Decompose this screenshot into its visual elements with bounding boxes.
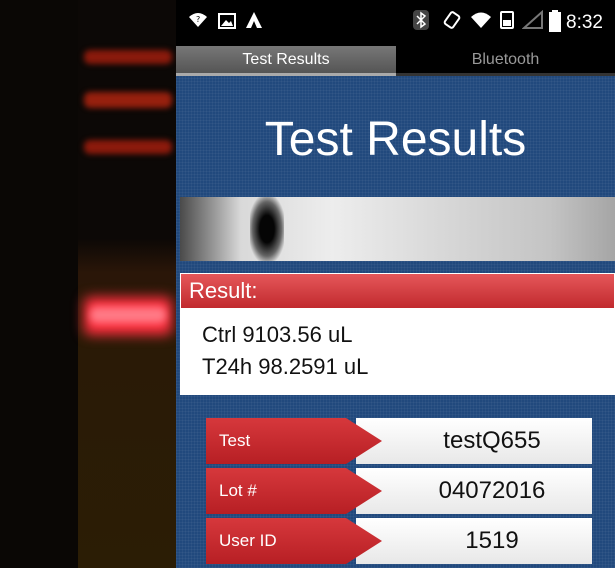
info-value: 1519	[356, 518, 592, 564]
clock: 8:32	[566, 12, 603, 33]
wifi-icon	[470, 10, 492, 36]
gel-image	[0, 0, 176, 568]
gel-band	[84, 92, 172, 108]
page-title: Test Results	[264, 113, 527, 166]
battery-saver-icon	[498, 10, 516, 36]
info-label: Test	[206, 418, 382, 464]
info-label: Lot #	[206, 468, 382, 514]
info-value: 04072016	[356, 468, 592, 514]
battery-icon	[549, 10, 561, 38]
app-a-icon	[244, 10, 264, 36]
bluetooth-icon	[413, 10, 429, 36]
signal-icon	[521, 9, 544, 36]
info-row-user-id: User ID 1519	[206, 518, 592, 564]
wifi-question-icon: ?	[188, 10, 208, 36]
gel-band	[84, 50, 172, 64]
info-table: Test testQ655 Lot # 04072016 User ID 151…	[206, 418, 592, 568]
result-line-ctrl: Ctrl 9103.56 uL	[202, 322, 353, 347]
info-value: testQ655	[356, 418, 592, 464]
gel-band-core	[90, 307, 166, 323]
main-content: Test Results Result: Ctrl 9103.56 uL T24…	[176, 76, 615, 568]
svg-text:?: ?	[196, 15, 200, 24]
result-header: Result:	[180, 273, 615, 309]
test-strip-image	[180, 197, 615, 261]
result-panel: Result: Ctrl 9103.56 uL T24h 98.2591 uL	[180, 273, 615, 397]
test-strip-line	[250, 197, 284, 261]
tab-bluetooth[interactable]: Bluetooth	[396, 46, 615, 76]
rotate-icon	[442, 10, 462, 36]
gel-band	[84, 140, 172, 154]
gel-lane	[78, 0, 176, 568]
result-body: Ctrl 9103.56 uL T24h 98.2591 uL	[180, 309, 615, 395]
result-line-t24h: T24h 98.2591 uL	[202, 354, 369, 379]
tab-test-results[interactable]: Test Results	[176, 46, 396, 76]
info-label: User ID	[206, 518, 382, 564]
image-icon	[218, 10, 236, 36]
status-bar: ? 8:32	[176, 0, 615, 46]
tab-bar: Test Results Bluetooth	[176, 46, 615, 76]
phone-screen: ? 8:32 Test Results Bluetooth Test Resul…	[176, 0, 615, 568]
info-row-test: Test testQ655	[206, 418, 592, 464]
info-row-lot: Lot # 04072016	[206, 468, 592, 514]
